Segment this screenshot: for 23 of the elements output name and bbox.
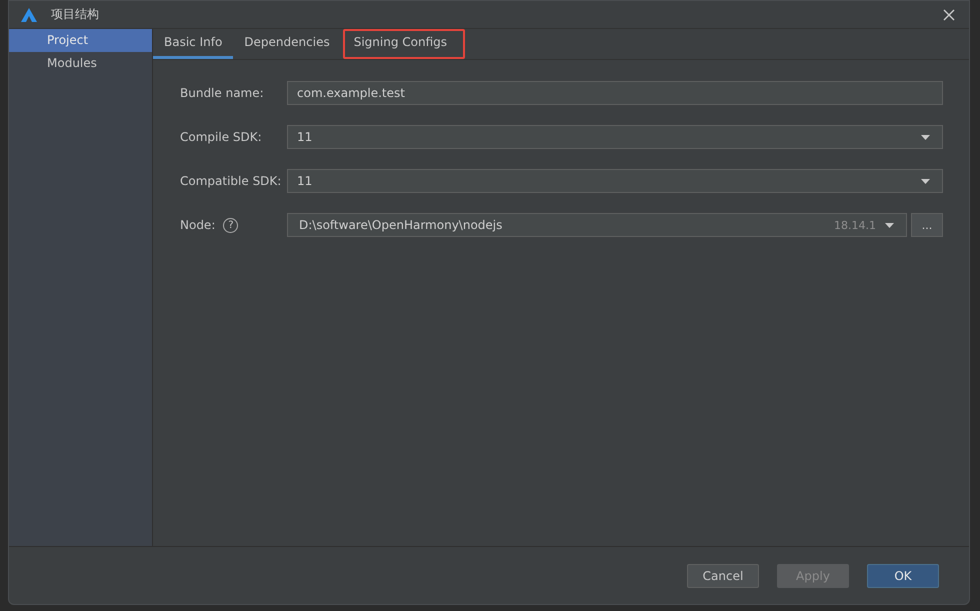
tab[interactable]: Basic Info bbox=[153, 29, 234, 59]
tab[interactable]: Dependencies bbox=[233, 29, 341, 59]
input-field[interactable]: com.example.test bbox=[287, 81, 943, 105]
caret-icon bbox=[921, 134, 930, 140]
dropdown[interactable]: 11 bbox=[287, 169, 943, 193]
sidebar-item[interactable]: Modules bbox=[9, 52, 152, 75]
tab[interactable]: Signing Configs bbox=[342, 29, 466, 59]
dropdown[interactable]: 11 bbox=[287, 125, 943, 149]
field-label: Compatible SDK: bbox=[180, 174, 282, 188]
sidebar-item[interactable]: Project bbox=[9, 29, 152, 52]
logo-icon bbox=[21, 8, 37, 22]
ok-button[interactable]: OK bbox=[867, 564, 939, 588]
browse-button[interactable]: ... bbox=[911, 213, 943, 237]
caret-icon bbox=[921, 178, 930, 184]
field-label: Node: bbox=[180, 218, 216, 232]
caret-icon bbox=[885, 222, 894, 228]
dialog-button[interactable]: Cancel bbox=[687, 564, 759, 588]
path-dropdown[interactable]: D:\software\OpenHarmony\nodejs 18.14.1 bbox=[287, 213, 907, 237]
help-icon[interactable]: ? bbox=[223, 218, 238, 232]
field-label: Compile SDK: bbox=[180, 130, 262, 144]
field-label: Bundle name: bbox=[180, 86, 264, 100]
close-icon[interactable] bbox=[943, 8, 955, 20]
window-title: 项目结构 bbox=[51, 6, 100, 23]
